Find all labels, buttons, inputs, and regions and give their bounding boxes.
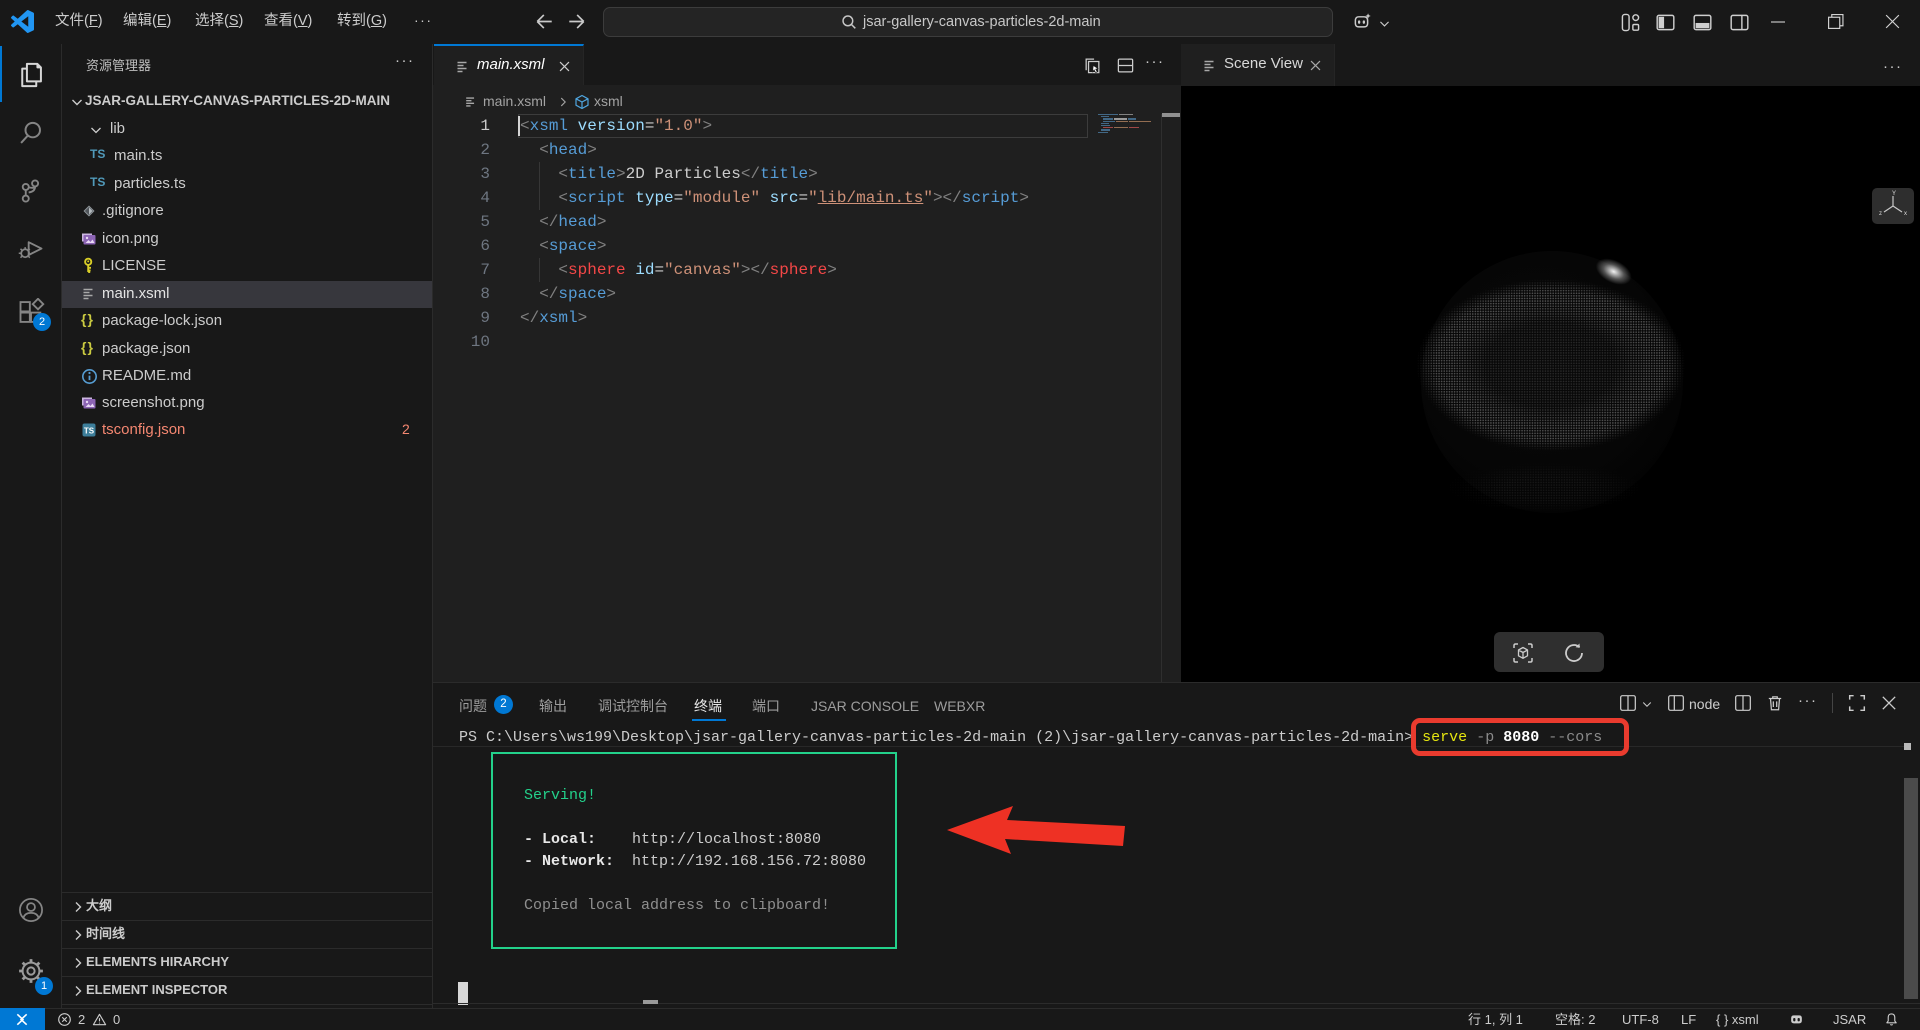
- svg-text:z: z: [1879, 211, 1882, 217]
- svg-text:TS: TS: [84, 427, 95, 436]
- svg-text:Y: Y: [1892, 191, 1896, 197]
- svg-text:x: x: [1904, 211, 1907, 217]
